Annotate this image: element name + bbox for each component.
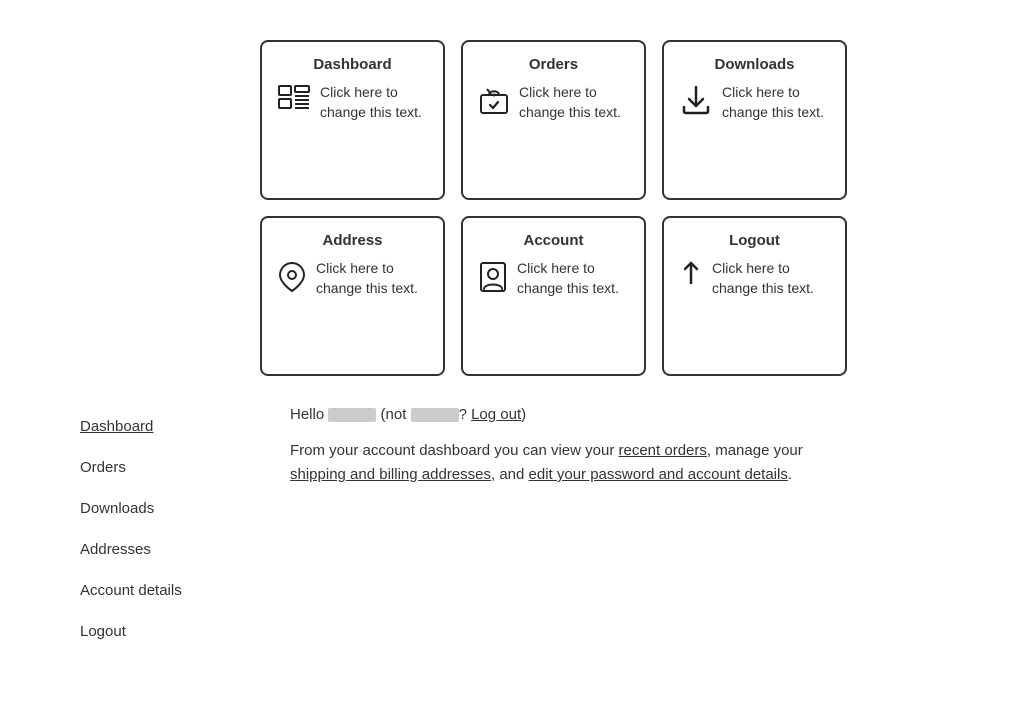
- widget-logout[interactable]: Logout Click here to change this text.: [662, 216, 847, 376]
- sidebar-item-dashboard[interactable]: Dashboard: [80, 406, 230, 447]
- addresses-link[interactable]: shipping and billing addresses: [290, 466, 491, 483]
- hello-line: Hello (not ? Log out): [290, 406, 850, 423]
- widget-dashboard-text: Click here to change this text.: [320, 83, 427, 122]
- sidebar-item-downloads[interactable]: Downloads: [80, 488, 230, 529]
- widget-account-text: Click here to change this text.: [517, 259, 628, 298]
- main-content: Hello (not ? Log out) From your account …: [290, 406, 850, 652]
- widget-account-body: Click here to change this text.: [479, 259, 628, 300]
- widget-downloads-text: Click here to change this text.: [722, 83, 829, 122]
- recent-orders-link[interactable]: recent orders: [619, 442, 707, 459]
- widget-logout-title: Logout: [729, 232, 780, 249]
- dashboard-description: From your account dashboard you can view…: [290, 439, 850, 487]
- sidebar-nav: Dashboard Orders Downloads Addresses Acc…: [80, 406, 230, 652]
- logout-link[interactable]: Log out: [471, 406, 521, 423]
- username2-redacted: [411, 406, 459, 423]
- widget-account-title: Account: [524, 232, 584, 249]
- hello-prefix: Hello: [290, 406, 324, 423]
- widget-orders-text: Click here to change this text.: [519, 83, 628, 122]
- widget-downloads-body: Click here to change this text.: [680, 83, 829, 122]
- widget-dashboard-body: Click here to change this text.: [278, 83, 427, 122]
- widget-address-title: Address: [322, 232, 382, 249]
- widget-address-body: Click here to change this text.: [278, 259, 427, 300]
- widget-logout-body: Click here to change this text.: [680, 259, 829, 300]
- hello-question: ?: [459, 406, 472, 423]
- address-icon: [278, 261, 306, 300]
- downloads-icon: [680, 85, 712, 122]
- dashboard-text-4: .: [788, 466, 792, 483]
- widget-logout-text: Click here to change this text.: [712, 259, 829, 298]
- account-icon: [479, 261, 507, 300]
- widget-downloads[interactable]: Downloads Click here to change this text…: [662, 40, 847, 200]
- dashboard-text-2: , manage your: [707, 442, 803, 459]
- widget-downloads-title: Downloads: [714, 56, 794, 73]
- sidebar-item-logout[interactable]: Logout: [80, 611, 230, 652]
- widget-grid: Dashboard Click here to change this text…: [260, 40, 847, 376]
- account-details-link[interactable]: edit your password and account details: [529, 466, 788, 483]
- widget-dashboard[interactable]: Dashboard Click here to change this text…: [260, 40, 445, 200]
- dashboard-text-1: From your account dashboard you can view…: [290, 442, 619, 459]
- widget-orders-title: Orders: [529, 56, 578, 73]
- logout-icon: [680, 261, 702, 300]
- hello-suffix: (not: [381, 406, 407, 423]
- widget-orders-body: Click here to change this text.: [479, 83, 628, 122]
- account-section: Dashboard Orders Downloads Addresses Acc…: [80, 406, 973, 652]
- widget-dashboard-title: Dashboard: [313, 56, 391, 73]
- widget-orders[interactable]: Orders Click here to change this text.: [461, 40, 646, 200]
- widget-address[interactable]: Address Click here to change this text.: [260, 216, 445, 376]
- orders-icon: [479, 85, 509, 122]
- dashboard-icon: [278, 85, 310, 120]
- sidebar-item-addresses[interactable]: Addresses: [80, 529, 230, 570]
- sidebar-item-orders[interactable]: Orders: [80, 447, 230, 488]
- dashboard-text-3: , and: [491, 466, 529, 483]
- hello-end: ): [521, 406, 526, 423]
- username-redacted: [328, 406, 380, 423]
- widget-account[interactable]: Account Click here to change this text.: [461, 216, 646, 376]
- sidebar-item-account-details[interactable]: Account details: [80, 570, 230, 611]
- widget-address-text: Click here to change this text.: [316, 259, 427, 298]
